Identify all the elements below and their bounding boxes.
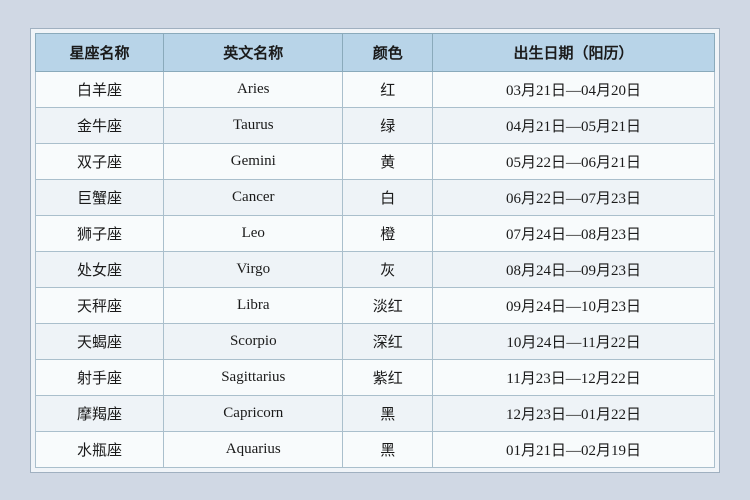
cell-color: 黑 bbox=[343, 431, 433, 467]
cell-chinese-name: 金牛座 bbox=[36, 107, 164, 143]
cell-date: 07月24日—08月23日 bbox=[433, 215, 715, 251]
header-color: 颜色 bbox=[343, 33, 433, 71]
cell-english-name: Gemini bbox=[164, 143, 343, 179]
cell-color: 白 bbox=[343, 179, 433, 215]
header-chinese-name: 星座名称 bbox=[36, 33, 164, 71]
cell-color: 紫红 bbox=[343, 359, 433, 395]
cell-chinese-name: 巨蟹座 bbox=[36, 179, 164, 215]
cell-date: 11月23日—12月22日 bbox=[433, 359, 715, 395]
cell-english-name: Taurus bbox=[164, 107, 343, 143]
table-row: 狮子座Leo橙07月24日—08月23日 bbox=[36, 215, 715, 251]
cell-english-name: Virgo bbox=[164, 251, 343, 287]
table-row: 天秤座Libra淡红09月24日—10月23日 bbox=[36, 287, 715, 323]
cell-date: 05月22日—06月21日 bbox=[433, 143, 715, 179]
cell-date: 04月21日—05月21日 bbox=[433, 107, 715, 143]
table-row: 双子座Gemini黄05月22日—06月21日 bbox=[36, 143, 715, 179]
cell-color: 淡红 bbox=[343, 287, 433, 323]
cell-chinese-name: 处女座 bbox=[36, 251, 164, 287]
table-row: 水瓶座Aquarius黑01月21日—02月19日 bbox=[36, 431, 715, 467]
zodiac-table: 星座名称 英文名称 颜色 出生日期（阳历） 白羊座Aries红03月21日—04… bbox=[35, 33, 715, 468]
cell-date: 09月24日—10月23日 bbox=[433, 287, 715, 323]
cell-color: 绿 bbox=[343, 107, 433, 143]
table-row: 处女座Virgo灰08月24日—09月23日 bbox=[36, 251, 715, 287]
cell-chinese-name: 双子座 bbox=[36, 143, 164, 179]
cell-english-name: Aquarius bbox=[164, 431, 343, 467]
table-row: 金牛座Taurus绿04月21日—05月21日 bbox=[36, 107, 715, 143]
cell-color: 黑 bbox=[343, 395, 433, 431]
table-row: 射手座Sagittarius紫红11月23日—12月22日 bbox=[36, 359, 715, 395]
cell-english-name: Scorpio bbox=[164, 323, 343, 359]
cell-english-name: Leo bbox=[164, 215, 343, 251]
cell-chinese-name: 射手座 bbox=[36, 359, 164, 395]
cell-date: 06月22日—07月23日 bbox=[433, 179, 715, 215]
zodiac-table-container: 星座名称 英文名称 颜色 出生日期（阳历） 白羊座Aries红03月21日—04… bbox=[30, 28, 720, 473]
header-date: 出生日期（阳历） bbox=[433, 33, 715, 71]
table-row: 摩羯座Capricorn黑12月23日—01月22日 bbox=[36, 395, 715, 431]
cell-english-name: Aries bbox=[164, 71, 343, 107]
table-row: 天蝎座Scorpio深红10月24日—11月22日 bbox=[36, 323, 715, 359]
cell-chinese-name: 天蝎座 bbox=[36, 323, 164, 359]
cell-chinese-name: 白羊座 bbox=[36, 71, 164, 107]
cell-english-name: Cancer bbox=[164, 179, 343, 215]
table-header-row: 星座名称 英文名称 颜色 出生日期（阳历） bbox=[36, 33, 715, 71]
cell-english-name: Libra bbox=[164, 287, 343, 323]
cell-english-name: Capricorn bbox=[164, 395, 343, 431]
cell-date: 12月23日—01月22日 bbox=[433, 395, 715, 431]
cell-date: 08月24日—09月23日 bbox=[433, 251, 715, 287]
cell-color: 深红 bbox=[343, 323, 433, 359]
cell-color: 黄 bbox=[343, 143, 433, 179]
cell-date: 10月24日—11月22日 bbox=[433, 323, 715, 359]
cell-date: 03月21日—04月20日 bbox=[433, 71, 715, 107]
table-row: 巨蟹座Cancer白06月22日—07月23日 bbox=[36, 179, 715, 215]
header-english-name: 英文名称 bbox=[164, 33, 343, 71]
cell-chinese-name: 水瓶座 bbox=[36, 431, 164, 467]
cell-chinese-name: 狮子座 bbox=[36, 215, 164, 251]
table-body: 白羊座Aries红03月21日—04月20日金牛座Taurus绿04月21日—0… bbox=[36, 71, 715, 467]
cell-color: 橙 bbox=[343, 215, 433, 251]
cell-date: 01月21日—02月19日 bbox=[433, 431, 715, 467]
cell-chinese-name: 天秤座 bbox=[36, 287, 164, 323]
cell-english-name: Sagittarius bbox=[164, 359, 343, 395]
cell-color: 红 bbox=[343, 71, 433, 107]
cell-color: 灰 bbox=[343, 251, 433, 287]
cell-chinese-name: 摩羯座 bbox=[36, 395, 164, 431]
table-row: 白羊座Aries红03月21日—04月20日 bbox=[36, 71, 715, 107]
